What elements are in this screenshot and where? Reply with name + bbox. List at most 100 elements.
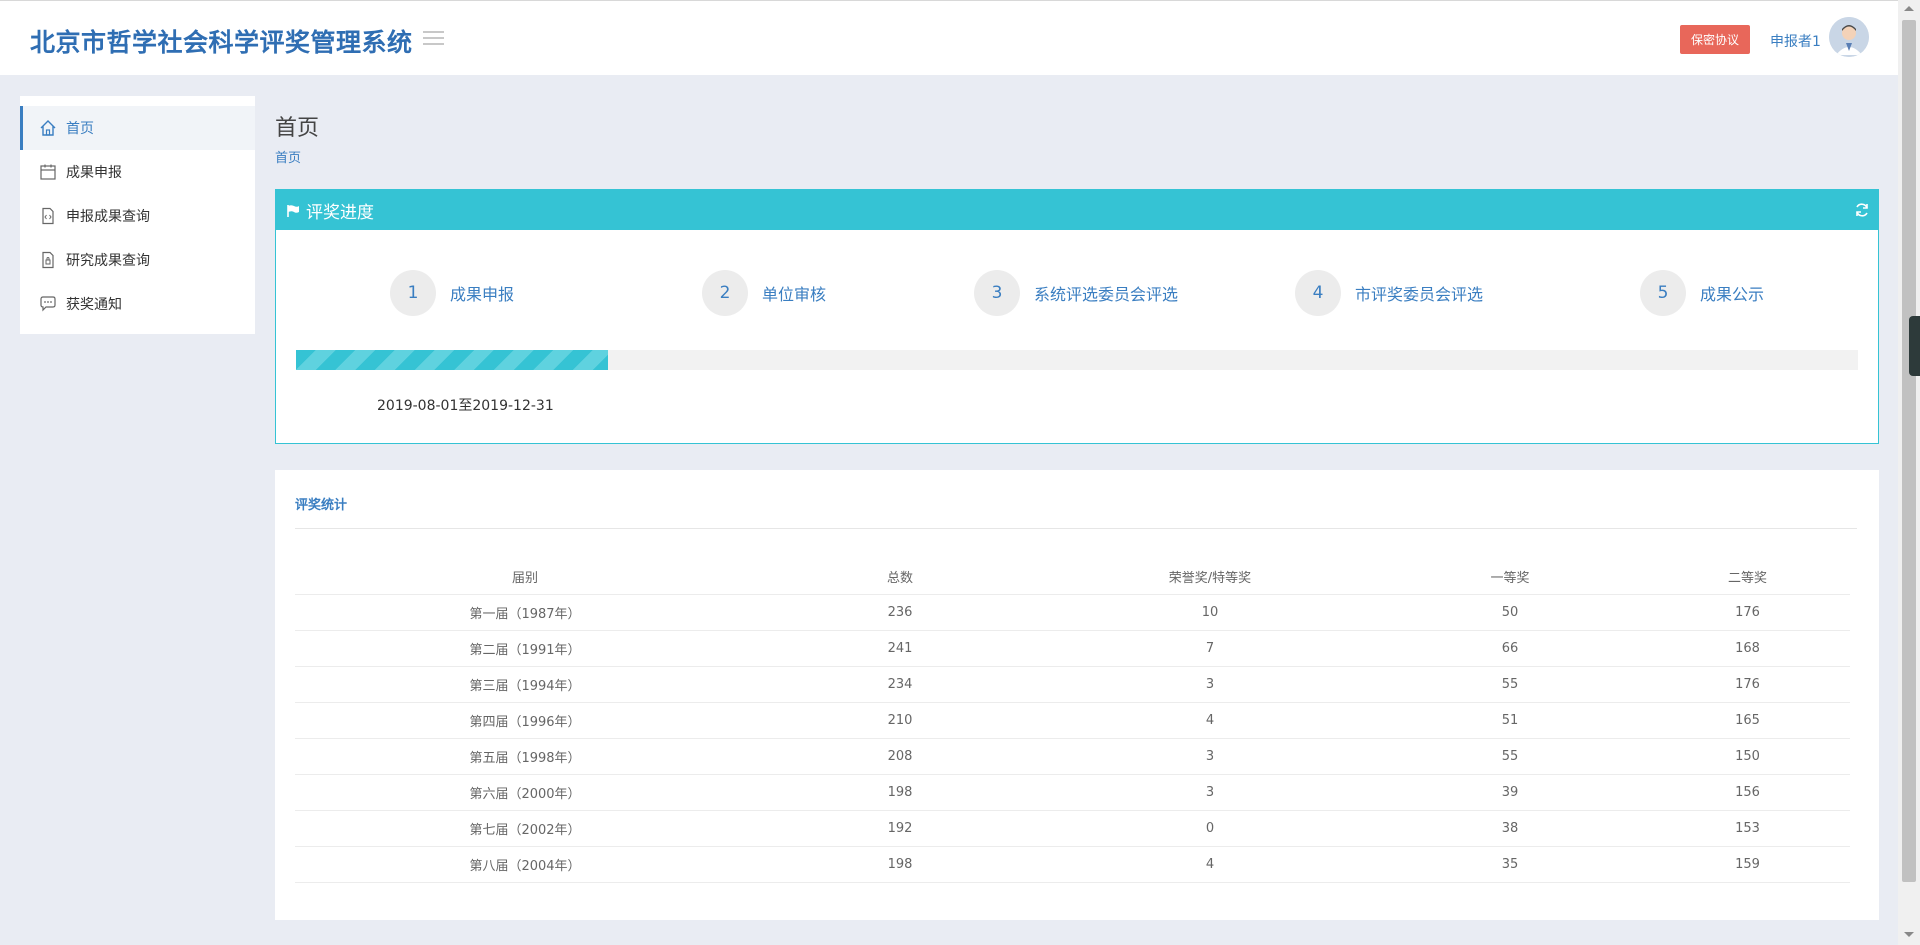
table-cell: 第七届（2002年）	[295, 809, 755, 846]
top-header: 北京市哲学社会科学评奖管理系统 保密协议 申报者1	[0, 0, 1898, 75]
table-cell: 38	[1375, 809, 1645, 846]
table-row: 第八届（2004年） 198 4 35 159	[295, 845, 1850, 882]
table-cell: 4	[1045, 845, 1375, 882]
user-name[interactable]: 申报者1	[1770, 31, 1821, 51]
step-label: 成果申报	[450, 285, 515, 304]
table-cell: 38	[1375, 881, 1645, 885]
step-number: 4	[1295, 270, 1341, 316]
table-cell: 第二届（1991年）	[295, 629, 755, 666]
table-cell: 第六届（2000年）	[295, 773, 755, 810]
progress-bar-fill	[296, 350, 609, 370]
table-cell: 35	[1375, 845, 1645, 882]
sidebar: 首页 成果申报 申报成果查询 研究成果查询 获奖通知	[20, 96, 255, 334]
table-cell: 198	[755, 845, 1045, 882]
column-header: 二等奖	[1727, 571, 1767, 587]
calendar-icon	[38, 162, 58, 182]
progress-bar	[296, 350, 1858, 370]
table-cell: 241	[755, 629, 1045, 666]
table-cell: 3	[1045, 665, 1375, 702]
flag-icon	[286, 203, 300, 217]
progress-step-4: 4 市评奖委员会评选	[1295, 270, 1483, 316]
document-code-icon	[38, 206, 58, 226]
sidebar-item-label: 首页	[66, 121, 94, 137]
column-header: 届别	[511, 571, 538, 587]
table-cell: 第四届（1996年）	[295, 701, 755, 738]
table-cell: 0	[1045, 809, 1375, 846]
progress-step-3: 3 系统评选委员会评选	[974, 270, 1178, 316]
table-cell: 第八届（2004年）	[295, 845, 755, 882]
table-row: 第六届（2000年） 198 3 39 156	[295, 773, 1850, 810]
table-cell: 234	[755, 665, 1045, 702]
sidebar-item-home[interactable]: 首页	[20, 106, 255, 150]
table-cell: 208	[755, 737, 1045, 774]
page-title: 首页	[275, 116, 320, 141]
table-cell: 51	[1375, 701, 1645, 738]
step-number: 3	[974, 270, 1020, 316]
table-cell: 55	[1375, 737, 1645, 774]
table-cell: 160	[1645, 881, 1850, 885]
column-header: 总数	[886, 571, 913, 587]
table-cell: 3	[1045, 881, 1375, 885]
table-header-row: 届别 总数 荣誉奖/特等奖 一等奖 二等奖	[295, 560, 1850, 594]
table-cell: 第一届（1987年）	[295, 593, 755, 630]
sidebar-item-research-query[interactable]: 研究成果查询	[20, 238, 255, 282]
table-cell: 3	[1045, 773, 1375, 810]
table-cell: 第九届（2006年）	[295, 881, 755, 885]
step-label: 系统评选委员会评选	[1034, 285, 1179, 304]
table-cell: 176	[1645, 665, 1850, 702]
table-cell: 168	[1645, 629, 1850, 666]
sidebar-item-award-notice[interactable]: 获奖通知	[20, 282, 255, 326]
table-cell: 153	[1645, 809, 1850, 846]
menu-toggle-icon[interactable]	[423, 31, 444, 46]
table-row: 第九届（2006年）201338160	[295, 881, 1850, 885]
sidebar-item-label: 研究成果查询	[66, 253, 150, 269]
avatar[interactable]	[1829, 17, 1869, 57]
divider	[295, 528, 1857, 529]
progress-panel-title: 评奖进度	[306, 202, 374, 223]
secret-agreement-button[interactable]: 保密协议	[1680, 25, 1750, 54]
document-lock-icon	[38, 250, 58, 270]
table-row: 第一届（1987年） 236 10 50 176	[295, 593, 1850, 630]
step-number: 1	[390, 270, 436, 316]
step-number: 2	[702, 270, 748, 316]
award-statistics-panel: 评奖统计 届别 总数 荣誉奖/特等奖 一等奖 二等奖 第一届（1987年） 236…	[275, 470, 1879, 920]
step-label: 单位审核	[762, 285, 827, 304]
page-scrollbar[interactable]	[1898, 0, 1920, 945]
scroll-down-arrow-icon[interactable]	[1904, 932, 1914, 937]
table-cell: 3	[1045, 737, 1375, 774]
step-label: 成果公示	[1700, 285, 1765, 304]
progress-steps: 1 成果申报 2 单位审核 3 系统评选委员会评选 4 市评奖委员会评选 5 成…	[276, 230, 1878, 350]
refresh-icon[interactable]	[1854, 202, 1870, 218]
progress-step-5: 5 成果公示	[1640, 270, 1764, 316]
floating-side-widget[interactable]	[1909, 316, 1920, 376]
home-icon	[38, 118, 58, 138]
sidebar-item-submit[interactable]: 成果申报	[20, 150, 255, 194]
table-cell: 201	[755, 881, 1045, 885]
table-cell: 50	[1375, 593, 1645, 630]
table-row: 第四届（1996年） 210 4 51 165	[295, 701, 1850, 738]
table-row: 第五届（1998年） 208 3 55 150	[295, 737, 1850, 774]
table-cell: 176	[1645, 593, 1850, 630]
sidebar-item-label: 成果申报	[66, 165, 122, 181]
stats-table-scroll[interactable]: 届别 总数 荣誉奖/特等奖 一等奖 二等奖 第一届（1987年） 236 10 50 1…	[295, 560, 1850, 885]
table-cell: 39	[1375, 773, 1645, 810]
table-cell: 198	[755, 773, 1045, 810]
table-cell: 236	[755, 593, 1045, 630]
table-cell: 第三届（1994年）	[295, 665, 755, 702]
date-range: 2019-08-01至2019-12-31	[377, 398, 554, 414]
sidebar-item-submission-query[interactable]: 申报成果查询	[20, 194, 255, 238]
stats-title: 评奖统计	[295, 498, 348, 513]
column-header: 一等奖	[1490, 571, 1530, 587]
scroll-up-arrow-icon[interactable]	[1904, 6, 1914, 11]
table-cell: 7	[1045, 629, 1375, 666]
progress-step-2: 2 单位审核	[702, 270, 826, 316]
sidebar-item-label: 申报成果查询	[66, 209, 150, 225]
breadcrumb[interactable]: 首页	[275, 147, 301, 166]
scroll-thumb[interactable]	[1902, 20, 1916, 882]
column-header: 荣誉奖/特等奖	[1168, 571, 1252, 587]
step-number: 5	[1640, 270, 1686, 316]
table-cell: 150	[1645, 737, 1850, 774]
progress-panel-header: 评奖进度	[276, 190, 1878, 230]
progress-step-1: 1 成果申报	[390, 270, 514, 316]
table-cell: 165	[1645, 701, 1850, 738]
